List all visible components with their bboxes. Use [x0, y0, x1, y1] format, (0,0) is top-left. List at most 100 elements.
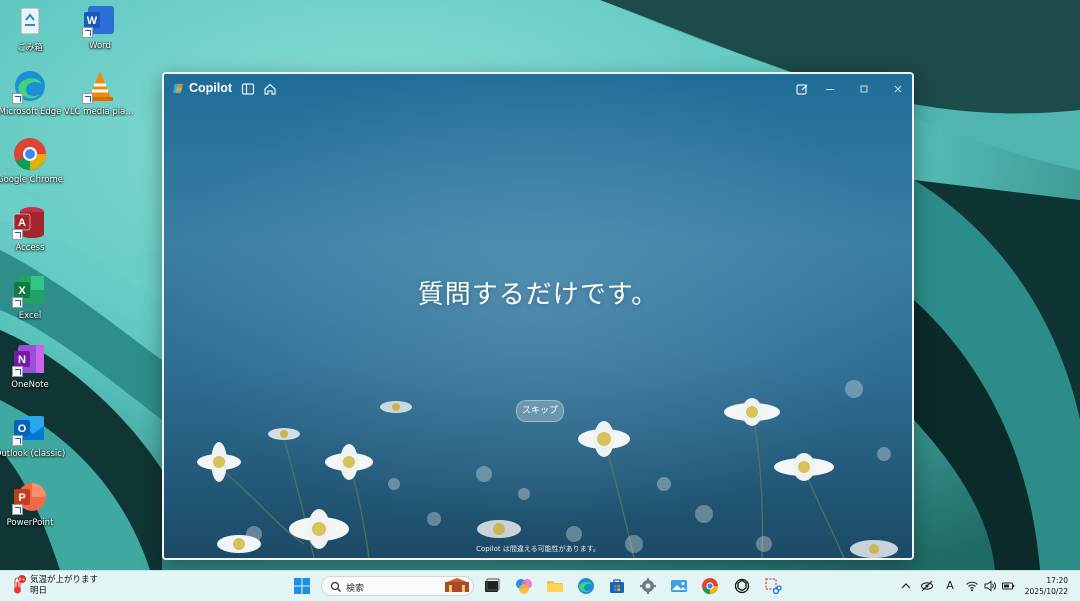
desktop-icon-excel[interactable]: X Excel — [0, 272, 66, 321]
desktop-icon-onenote[interactable]: N OneNote — [0, 341, 66, 390]
vlc-icon — [82, 68, 118, 104]
start-button[interactable] — [293, 577, 311, 595]
show-hidden-icons-button[interactable] — [899, 579, 913, 593]
edge-icon — [12, 68, 48, 104]
settings-icon — [640, 578, 656, 594]
copilot-taskbar-button[interactable] — [515, 577, 533, 595]
ime-indicator[interactable]: A — [943, 579, 957, 593]
eye-off-icon — [920, 580, 934, 592]
desktop-icon-label: PowerPoint — [6, 518, 54, 528]
desktop-icon-label: Outlook (classic) — [0, 449, 66, 459]
settings-button[interactable] — [639, 577, 657, 595]
desktop-icon-label: ごみ箱 — [17, 43, 43, 53]
store-button[interactable] — [608, 577, 626, 595]
wifi-button[interactable] — [965, 579, 979, 593]
access-icon: A — [12, 204, 48, 240]
desktop-icon-label: Google Chrome — [0, 175, 64, 185]
desktop-icon-microsoft-edge[interactable]: Microsoft Edge — [0, 68, 66, 117]
desktop-icon-outlook-classic[interactable]: O Outlook (classic) — [0, 410, 66, 459]
excel-icon: X — [12, 272, 48, 308]
svg-text:X: X — [18, 285, 26, 297]
file-explorer-icon — [547, 581, 563, 592]
desktop-icon-powerpoint[interactable]: P PowerPoint — [0, 479, 66, 528]
snipping-tool-icon — [765, 578, 782, 595]
chevron-up-icon — [901, 583, 911, 589]
outlook-icon: O — [12, 410, 48, 446]
new-chat-button[interactable] — [794, 81, 810, 97]
chrome-icon — [702, 578, 718, 595]
task-view-icon — [485, 578, 500, 592]
onenote-icon: N — [12, 341, 48, 377]
battery-button[interactable] — [1001, 579, 1015, 593]
volume-button[interactable] — [983, 579, 997, 593]
thermometer-icon: 9+ — [14, 575, 26, 594]
chrome-taskbar-button[interactable] — [701, 577, 719, 595]
window-background-image — [164, 74, 912, 558]
volume-icon — [984, 580, 996, 592]
copilot-icon — [516, 579, 532, 594]
chatgpt-icon — [734, 578, 750, 594]
home-icon — [264, 83, 276, 95]
maximize-button[interactable] — [856, 81, 872, 97]
desktop-icon-label: Word — [89, 41, 111, 51]
home-button[interactable] — [262, 81, 278, 97]
sidebar-icon — [241, 83, 255, 95]
wifi-icon — [966, 581, 978, 592]
new-chat-icon — [796, 84, 808, 95]
weather-badge: 9+ — [19, 577, 26, 583]
close-icon — [894, 85, 902, 93]
system-clock[interactable]: 17:20 2025/10/22 — [1024, 575, 1068, 597]
desktop-icon-access[interactable]: A Access — [0, 204, 66, 253]
desktop-icon-label: Excel — [18, 311, 42, 321]
file-explorer-button[interactable] — [546, 577, 564, 595]
desktop-icon-label: OneNote — [11, 380, 49, 390]
clock-time: 17:20 — [1046, 576, 1068, 585]
desktop-icon-google-chrome[interactable]: Google Chrome — [0, 136, 66, 185]
weather-widget[interactable]: 9+ 気温が上がります 明日 — [10, 575, 98, 597]
search-icon — [330, 581, 341, 592]
close-button[interactable] — [890, 81, 906, 97]
edge-taskbar-button[interactable] — [577, 577, 595, 595]
desktop-icon-word[interactable]: W Word — [64, 2, 136, 51]
svg-text:O: O — [18, 423, 27, 435]
chatgpt-button[interactable] — [733, 577, 751, 595]
weather-line2: 明日 — [30, 586, 48, 596]
desktop-icon-recycle-bin[interactable]: ごみ箱 — [0, 2, 66, 53]
desktop-icon-label: Microsoft Edge — [0, 107, 62, 117]
minimize-icon — [826, 89, 834, 90]
tray-eye-off-button[interactable] — [920, 579, 934, 593]
svg-text:P: P — [18, 492, 25, 504]
search-placeholder: 検索 — [346, 584, 365, 594]
maximize-icon — [860, 85, 868, 93]
svg-text:A: A — [18, 217, 26, 229]
powerpoint-icon: P — [12, 479, 48, 515]
desktop-icon-vlc[interactable]: VLC media player — [64, 68, 136, 117]
disclaimer-text: Copilot は間違える可能性があります。 — [476, 545, 600, 553]
svg-text:N: N — [18, 354, 26, 366]
edge-icon — [578, 578, 594, 594]
desktop-icon-label: Access — [15, 243, 45, 253]
store-icon — [610, 579, 624, 593]
word-icon: W — [82, 2, 118, 38]
copilot-window[interactable]: Copilot 質問するだけです。 スキップ Copilot は間違える可能性が… — [162, 72, 914, 560]
taskbar: 9+ 気温が上がります 明日 検索 A 17:20 2025/10/22 — [0, 570, 1080, 601]
copilot-logo-icon — [172, 83, 184, 93]
task-view-button[interactable] — [483, 577, 501, 595]
taskbar-search-input[interactable]: 検索 — [321, 576, 474, 596]
title-bar[interactable]: Copilot — [164, 74, 912, 104]
sidebar-toggle-button[interactable] — [240, 81, 256, 97]
battery-icon — [1002, 582, 1015, 590]
minimize-button[interactable] — [822, 81, 838, 97]
snipping-tool-button[interactable] — [764, 577, 782, 595]
start-icon — [294, 578, 310, 594]
clock-date: 2025/10/22 — [1024, 587, 1068, 596]
desktop-icon-label: VLC media player — [64, 107, 136, 117]
chrome-icon — [12, 136, 48, 172]
copilot-brand: Copilot — [172, 81, 232, 95]
photos-icon — [671, 580, 687, 592]
skip-button[interactable]: スキップ — [516, 400, 564, 422]
photos-button[interactable] — [670, 577, 688, 595]
search-highlight-icon — [445, 578, 469, 592]
svg-text:W: W — [87, 15, 98, 27]
app-title: Copilot — [189, 81, 233, 95]
